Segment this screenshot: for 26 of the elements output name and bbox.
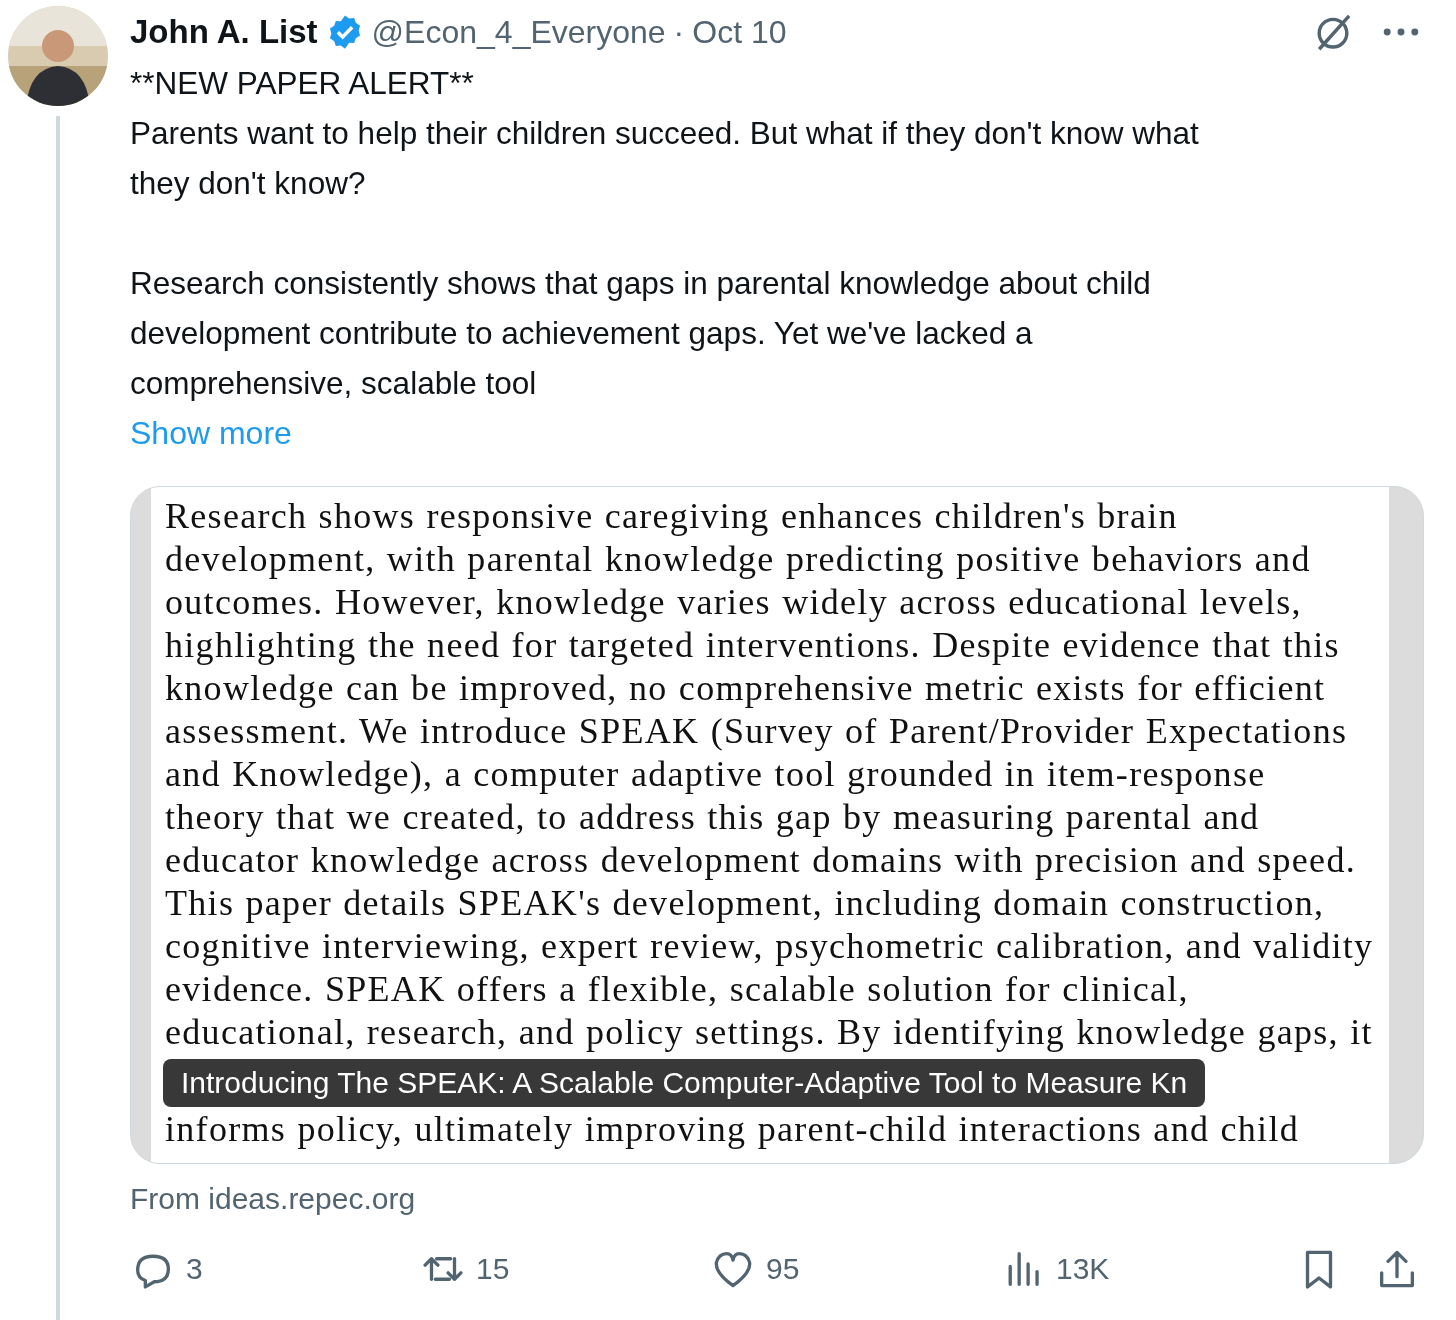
document-text-line: This paper details SPEAK's development, including domain construction,: [165, 882, 1326, 925]
separator: ·: [673, 13, 685, 51]
document-text-line: informs policy, ultimately improving parent-child interactions and child: [165, 1108, 1301, 1151]
document-text-line: Research shows responsive caregiving enhances children's brain: [165, 495, 1179, 538]
repost-count: 15: [476, 1252, 510, 1286]
post-paragraph: Research consistently shows that gaps in parental knowledge about child development contribute to achievement gaps. Yet we've lacked a comprehensive, scalable tool: [130, 264, 1152, 403]
source-domain[interactable]: From ideas.repec.org: [130, 1182, 1424, 1216]
views-count: 13K: [1056, 1252, 1110, 1286]
card-title: Introducing The SPEAK: A Scalable Computer-Adaptive Tool to Measure Kn: [163, 1059, 1206, 1107]
document-text-line: educator knowledge across development domains with precision and speed.: [165, 839, 1357, 882]
document-text-line: outcomes. However, knowledge varies widely across educational levels,: [165, 581, 1303, 624]
document-text-line: evidence. SPEAK offers a flexible, scalable solution for clinical,: [165, 968, 1190, 1011]
document-text-line: knowledge can be improved, no comprehensive metric exists for efficient: [165, 667, 1327, 710]
like-count: 95: [766, 1252, 800, 1286]
document-text-line: cognitive interviewing, expert review, psychometric calibration, and validity: [165, 925, 1375, 968]
document-text-line: theory that we created, to address this gap by measuring parental and: [165, 796, 1261, 839]
document-text-line: development, with parental knowledge predicting positive behaviors and: [165, 538, 1312, 581]
document-text-line: highlighting the need for targeted interventions. Despite evidence that this: [165, 624, 1341, 667]
post-paragraph: **NEW PAPER ALERT** Parents want to help their children succeed. But what if they don't know what they don't know?: [130, 64, 1200, 203]
author-name[interactable]: John A. List: [130, 13, 318, 51]
document-text-line: educational, research, and policy settings. By identifying knowledge gaps, it: [165, 1011, 1374, 1054]
post-date[interactable]: Oct 10: [692, 13, 787, 51]
document-text-line: and Knowledge), a computer adaptive tool grounded in item-response: [165, 753, 1267, 796]
author-handle[interactable]: @Econ_4_Everyone: [371, 13, 666, 51]
reply-count: 3: [186, 1252, 203, 1286]
document-text-line: assessment. We introduce SPEAK (Survey of Parent/Provider Expectations: [165, 710, 1349, 753]
